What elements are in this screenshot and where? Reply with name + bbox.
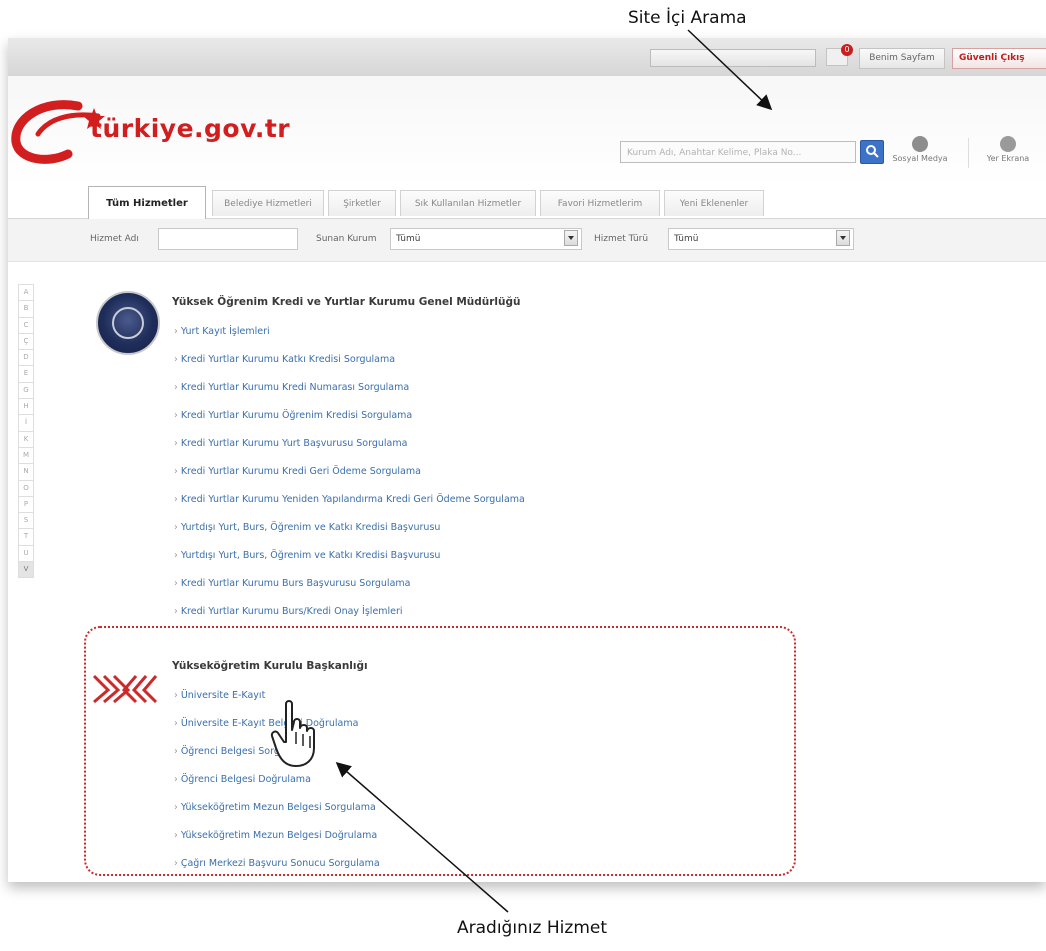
annotation-arrows <box>335 29 773 913</box>
tab-all-services[interactable]: Tüm Hizmetler <box>88 186 206 219</box>
arrow-to-service <box>335 762 509 913</box>
arrow-to-search <box>687 29 773 111</box>
